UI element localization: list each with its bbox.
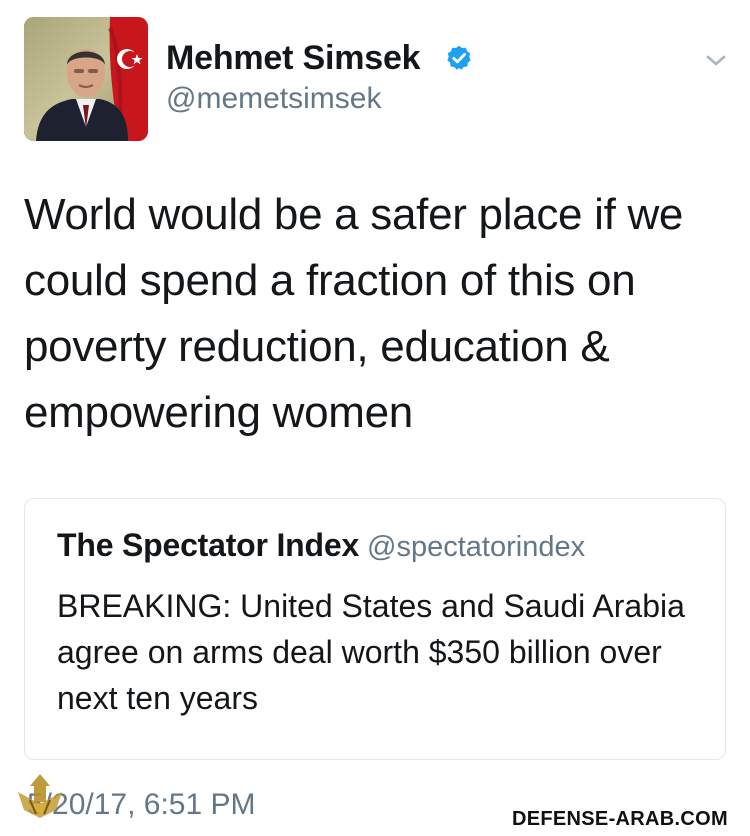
tweet-screenshot: Mehmet Simsek @memetsimsek World would b… [0,0,750,836]
quoted-tweet-card[interactable]: The Spectator Index @spectatorindex BREAK… [24,498,726,760]
quoted-tweet-text: BREAKING: United States and Saudi Arabia… [57,588,685,716]
quoted-user-handle: @spectatorindex [367,531,586,563]
watermark-logo [18,774,62,818]
display-name[interactable]: Mehmet Simsek [166,38,421,78]
watermark-site: DEFENSE-ARAB.COM [512,808,728,830]
avatar[interactable] [24,17,148,141]
tweet-text: World would be a safer place if we could… [24,190,684,437]
quoted-tweet-header: The Spectator Index @spectatorindex [57,527,585,564]
verified-badge-icon [447,45,471,70]
chevron-down-icon[interactable] [702,48,730,72]
quoted-display-name: The Spectator Index [57,527,360,563]
user-handle[interactable]: @memetsimsek [166,81,381,117]
